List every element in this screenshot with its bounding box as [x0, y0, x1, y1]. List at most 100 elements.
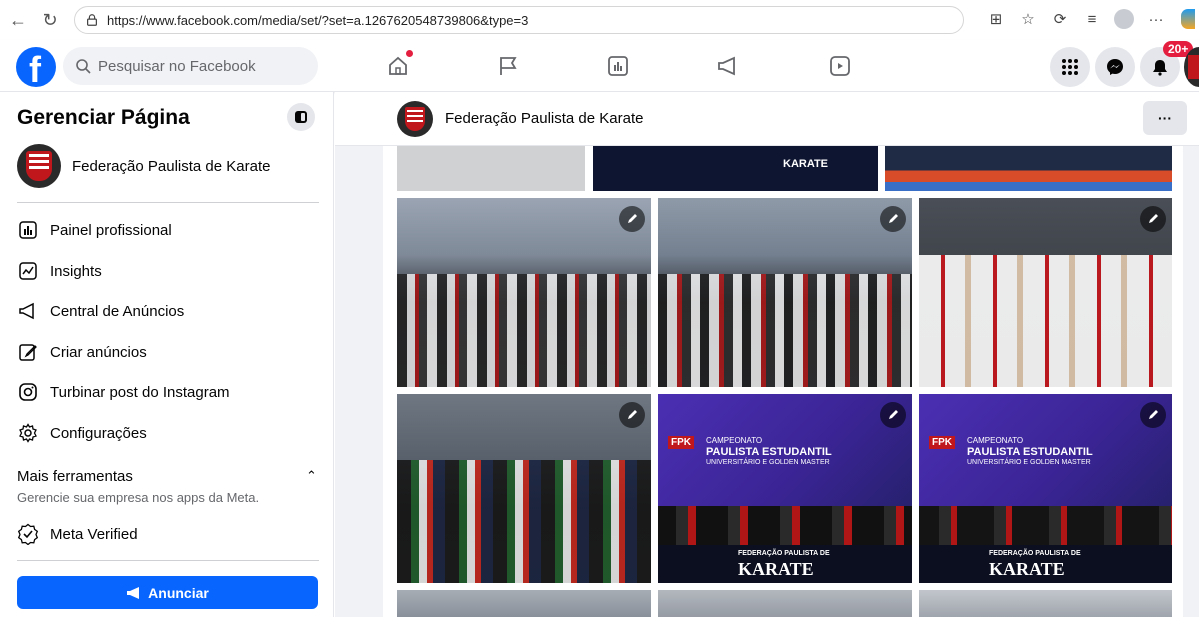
photo-tile[interactable]	[658, 198, 912, 387]
facebook-logo-icon[interactable]: f	[16, 47, 56, 90]
megaphone-icon	[17, 300, 39, 322]
manage-page-sidebar: Gerenciar Página Federação Paulista de K…	[0, 92, 334, 617]
event-title-line1: CAMPEONATO	[967, 436, 1024, 445]
extensions-icon[interactable]: ⟳	[1049, 8, 1071, 30]
stage-banner: FEDERAÇÃO PAULISTA DE KARATE	[658, 545, 912, 583]
photo-tile[interactable]: FPK CAMPEONATO PAULISTA ESTUDANTIL UNIVE…	[658, 394, 912, 583]
search-input[interactable]: Pesquisar no Facebook	[63, 47, 318, 85]
home-notification-dot	[406, 50, 413, 57]
favorite-icon[interactable]: ☆	[1017, 8, 1039, 30]
edit-photo-icon[interactable]	[1140, 402, 1166, 428]
event-title-line1: CAMPEONATO	[706, 436, 763, 445]
sidebar-item-configuracoes[interactable]: Configurações	[17, 419, 147, 447]
sidebar-item-label: Insights	[50, 262, 102, 280]
crowd-photo	[658, 273, 912, 387]
photo-tile[interactable]	[885, 146, 1172, 191]
divider	[17, 560, 319, 561]
sidebar-item-central-anuncios[interactable]: Central de Anúncios	[17, 297, 184, 325]
page-avatar	[17, 144, 61, 188]
photo-banner-text: KARATE	[783, 158, 829, 170]
page-header: Federação Paulista de Karate ···	[335, 92, 1199, 146]
sidebar-title: Gerenciar Página	[17, 106, 190, 129]
banner-karate: KARATE	[738, 559, 814, 579]
sidebar-item-label: Criar anúncios	[50, 343, 147, 361]
crowd-photo	[919, 254, 1172, 387]
stage-table	[658, 506, 912, 546]
sidebar-item-instagram[interactable]: Turbinar post do Instagram	[17, 378, 230, 406]
edit-photo-icon[interactable]	[619, 402, 645, 428]
more-options-icon[interactable]: ···	[1145, 8, 1167, 30]
photo-tile[interactable]	[397, 198, 651, 387]
url-text: https://www.facebook.com/media/set/?set=…	[107, 12, 529, 28]
event-title-line3: UNIVERSITÁRIO E GOLDEN MASTER	[967, 459, 1091, 466]
instagram-icon	[17, 381, 39, 403]
photo-tile[interactable]	[658, 590, 912, 617]
fpk-logo-text: FPK	[929, 436, 955, 449]
sidebar-item-insights[interactable]: Insights	[17, 257, 102, 285]
banner-federacao: FEDERAÇÃO PAULISTA DE	[738, 550, 830, 557]
sidebar-item-criar-anuncios[interactable]: Criar anúncios	[17, 338, 147, 366]
edit-photo-icon[interactable]	[1140, 206, 1166, 232]
fpk-logo-text: FPK	[668, 436, 694, 449]
advertise-label: Anunciar	[148, 584, 209, 601]
sidebar-item-label: Configurações	[50, 424, 147, 442]
page-avatar[interactable]	[397, 101, 433, 137]
stage-banner: FEDERAÇÃO PAULISTA DE KARATE	[919, 545, 1172, 583]
banner-karate: KARATE	[989, 559, 1065, 579]
insights-chart-icon[interactable]	[598, 49, 638, 83]
flag-icon[interactable]	[488, 49, 528, 83]
photo-tile[interactable]	[397, 590, 651, 617]
edit-icon	[17, 341, 39, 363]
menu-grid-icon[interactable]	[1050, 47, 1090, 87]
collapse-sidebar-icon[interactable]	[287, 103, 315, 131]
address-bar[interactable]: https://www.facebook.com/media/set/?set=…	[74, 6, 964, 34]
facebook-header: f Pesquisar no Facebook 20+	[0, 40, 1199, 92]
photo-tile[interactable]: KARATE	[593, 146, 878, 191]
advertise-button[interactable]: Anunciar	[17, 576, 318, 609]
favorites-list-icon[interactable]: ≡	[1081, 8, 1103, 30]
page-title[interactable]: Federação Paulista de Karate	[445, 110, 643, 127]
megaphone-icon	[127, 586, 140, 599]
megaphone-icon[interactable]	[708, 49, 748, 83]
sidebar-item-label: Meta Verified	[50, 525, 138, 543]
edit-photo-icon[interactable]	[619, 206, 645, 232]
event-title-line2: PAULISTA ESTUDANTIL	[706, 446, 832, 458]
divider	[17, 202, 319, 203]
banner-federacao: FEDERAÇÃO PAULISTA DE	[989, 550, 1081, 557]
gear-icon	[17, 422, 39, 444]
photo-tile[interactable]	[397, 146, 585, 191]
profile-icon[interactable]	[1113, 8, 1135, 30]
more-tools-title[interactable]: Mais ferramentas	[17, 468, 133, 485]
insights-icon	[17, 260, 39, 282]
crowd-photo	[397, 460, 651, 583]
photo-grid: KARATE FPK CAMPEONATO PAULISTA ESTUDANTI…	[383, 146, 1183, 617]
edit-photo-icon[interactable]	[880, 402, 906, 428]
chevron-up-icon[interactable]: ⌃	[306, 468, 317, 484]
more-options-button[interactable]: ···	[1143, 101, 1187, 135]
photo-tile[interactable]	[919, 198, 1172, 387]
sidebar-item-label: Painel profissional	[50, 221, 172, 239]
sidebar-item-label: Turbinar post do Instagram	[50, 383, 230, 401]
back-icon[interactable]: ←	[6, 8, 30, 32]
crowd-photo	[397, 273, 651, 387]
sidebar-item-meta-verified[interactable]: Meta Verified	[17, 520, 138, 548]
video-icon[interactable]	[820, 49, 860, 83]
browser-toolbar: ← ↻ https://www.facebook.com/media/set/?…	[0, 0, 1199, 40]
search-icon	[76, 59, 91, 74]
sidebar-page-profile[interactable]: Federação Paulista de Karate	[17, 144, 270, 188]
messenger-icon[interactable]	[1095, 47, 1135, 87]
stage-table	[919, 506, 1172, 546]
dashboard-icon	[17, 219, 39, 241]
reload-icon[interactable]: ↻	[38, 8, 62, 32]
edit-photo-icon[interactable]	[880, 206, 906, 232]
event-title-line3: UNIVERSITÁRIO E GOLDEN MASTER	[706, 459, 830, 466]
verified-badge-icon	[17, 523, 39, 545]
photo-tile[interactable]: FPK CAMPEONATO PAULISTA ESTUDANTIL UNIVE…	[919, 394, 1172, 583]
event-title-line2: PAULISTA ESTUDANTIL	[967, 446, 1093, 458]
sidebar-item-painel[interactable]: Painel profissional	[17, 216, 172, 244]
sidebar-page-name: Federação Paulista de Karate	[72, 157, 271, 175]
photo-tile[interactable]	[919, 590, 1172, 617]
photo-tile[interactable]	[397, 394, 651, 583]
grid-view-icon[interactable]: ⊞	[985, 8, 1007, 30]
copilot-icon[interactable]	[1177, 8, 1199, 30]
